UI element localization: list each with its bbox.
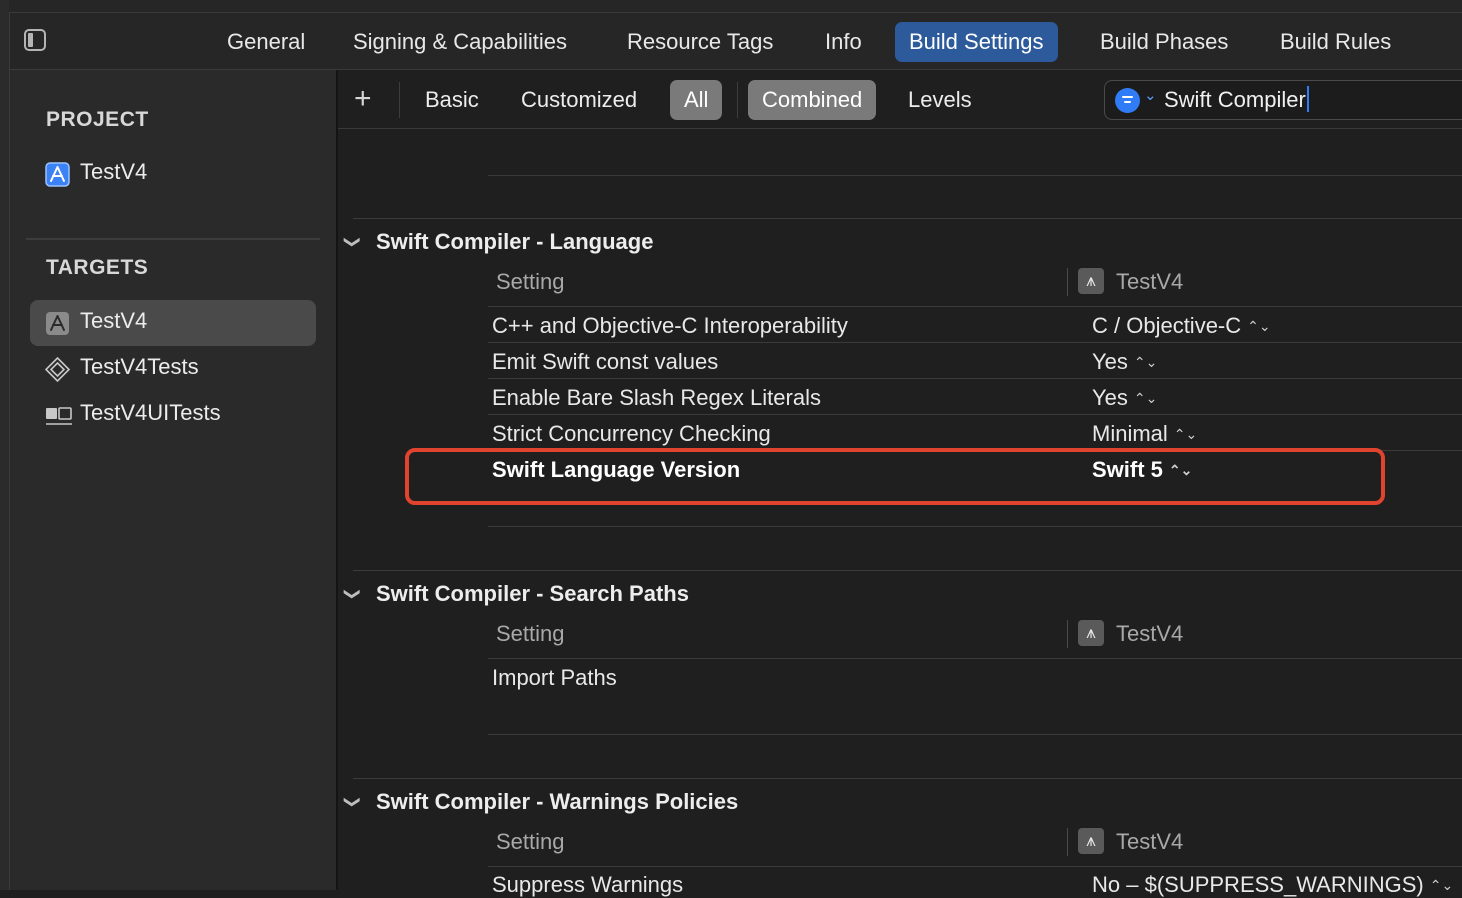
sidebar-item-label: TestV4: [80, 308, 148, 333]
group-divider: [353, 778, 1462, 779]
column-header-setting[interactable]: Setting: [496, 621, 565, 647]
tab-general[interactable]: General: [213, 22, 319, 62]
stepper-icon: ⌃⌄: [1429, 877, 1454, 893]
chevron-down-icon[interactable]: ⌄: [1144, 86, 1157, 104]
tab-build-phases[interactable]: Build Phases: [1086, 22, 1242, 62]
setting-name[interactable]: Strict Concurrency Checking: [492, 421, 771, 447]
highlight-annotation: [405, 448, 1385, 505]
app-target-icon: [1078, 620, 1104, 646]
stepper-icon: ⌃⌄: [1173, 426, 1198, 442]
divider: [737, 82, 738, 118]
chevron-down-icon[interactable]: ❯: [343, 795, 363, 808]
setting-value-popup[interactable]: No – $(SUPPRESS_WARNINGS) ⌃⌄: [1092, 872, 1454, 898]
column-header-target[interactable]: TestV4: [1116, 621, 1183, 647]
sidebar-item-label: TestV4: [80, 159, 148, 184]
sidebar-item-target-testv4tests[interactable]: TestV4Tests: [30, 346, 316, 392]
sidebar-item-project-testv4[interactable]: TestV4: [30, 151, 316, 197]
app-target-icon: [1078, 828, 1104, 854]
setting-name[interactable]: Suppress Warnings: [492, 872, 683, 898]
filter-basic-button[interactable]: Basic: [411, 80, 493, 120]
sidebar-item-target-testv4uitests[interactable]: TestV4UITests: [30, 392, 316, 438]
group-divider: [353, 570, 1462, 571]
setting-value-popup[interactable]: Yes ⌃⌄: [1092, 385, 1157, 411]
sidebar-toggle-icon[interactable]: [24, 29, 46, 51]
setting-name[interactable]: Import Paths: [492, 665, 617, 691]
window-edge: [0, 0, 10, 890]
build-settings-filter-bar: + Basic Customized All Combined Levels ⌄…: [338, 70, 1462, 129]
column-header-target[interactable]: TestV4: [1116, 829, 1183, 855]
setting-value-popup[interactable]: Yes ⌃⌄: [1092, 349, 1157, 375]
row-divider: [488, 734, 1462, 735]
column-header-target[interactable]: TestV4: [1116, 269, 1183, 295]
setting-value-popup[interactable]: C / Objective-C ⌃⌄: [1092, 313, 1271, 339]
settings-search-field[interactable]: ⌄ Swift Compiler: [1104, 80, 1462, 120]
app-target-icon: [1078, 268, 1104, 294]
sidebar-item-label: TestV4Tests: [80, 354, 199, 379]
view-levels-button[interactable]: Levels: [894, 80, 986, 120]
setting-name[interactable]: C++ and Objective-C Interoperability: [492, 313, 848, 339]
tab-build-settings[interactable]: Build Settings: [895, 22, 1058, 62]
row-divider: [488, 175, 1462, 176]
stepper-icon: ⌃⌄: [1133, 390, 1158, 406]
app-target-icon: [46, 312, 69, 335]
unit-test-target-icon: [45, 357, 70, 382]
project-header: PROJECT: [46, 108, 149, 131]
chevron-down-icon[interactable]: ❯: [343, 587, 363, 600]
group-divider: [353, 218, 1462, 219]
tab-info[interactable]: Info: [811, 22, 876, 62]
sidebar-item-label: TestV4UITests: [80, 400, 221, 425]
tab-build-rules[interactable]: Build Rules: [1266, 22, 1405, 62]
divider: [399, 82, 400, 118]
filter-icon[interactable]: [1115, 88, 1140, 113]
setting-name[interactable]: Enable Bare Slash Regex Literals: [492, 385, 821, 411]
filter-all-button[interactable]: All: [670, 80, 723, 120]
add-setting-button[interactable]: +: [354, 84, 372, 114]
row-divider: [488, 526, 1462, 527]
search-input[interactable]: Swift Compiler: [1164, 86, 1309, 113]
targets-header: TARGETS: [46, 256, 149, 279]
window-top-strip: [9, 0, 1462, 13]
sidebar-item-target-testv4[interactable]: TestV4: [30, 300, 316, 346]
stepper-icon: ⌃⌄: [1133, 354, 1158, 370]
column-divider: [1067, 268, 1068, 296]
setting-name[interactable]: Emit Swift const values: [492, 349, 718, 375]
filter-customized-button[interactable]: Customized: [507, 80, 651, 120]
app-project-icon: [45, 162, 70, 187]
setting-value-popup[interactable]: Minimal ⌃⌄: [1092, 421, 1197, 447]
sidebar-divider: [26, 238, 320, 240]
row-divider: [488, 414, 1462, 415]
ui-test-target-icon: [46, 407, 72, 425]
row-divider: [488, 658, 1462, 659]
project-target-sidebar: PROJECT TestV4 TARGETS TestV4 TestV4Test…: [10, 70, 338, 890]
column-header-setting[interactable]: Setting: [496, 829, 565, 855]
view-combined-button[interactable]: Combined: [748, 80, 877, 120]
group-title-swift-warnings-policies[interactable]: Swift Compiler - Warnings Policies: [376, 789, 738, 815]
group-title-swift-language[interactable]: Swift Compiler - Language: [376, 229, 653, 255]
tab-signing-capabilities[interactable]: Signing & Capabilities: [339, 22, 581, 62]
column-divider: [1067, 828, 1068, 856]
row-divider: [488, 378, 1462, 379]
stepper-icon: ⌃⌄: [1247, 318, 1271, 334]
column-divider: [1067, 620, 1068, 648]
tab-resource-tags[interactable]: Resource Tags: [613, 22, 787, 62]
column-header-setting[interactable]: Setting: [496, 269, 565, 295]
group-title-swift-search-paths[interactable]: Swift Compiler - Search Paths: [376, 581, 689, 607]
row-divider: [488, 306, 1462, 307]
row-divider: [488, 342, 1462, 343]
chevron-down-icon[interactable]: ❯: [343, 235, 363, 248]
row-divider: [488, 866, 1462, 867]
